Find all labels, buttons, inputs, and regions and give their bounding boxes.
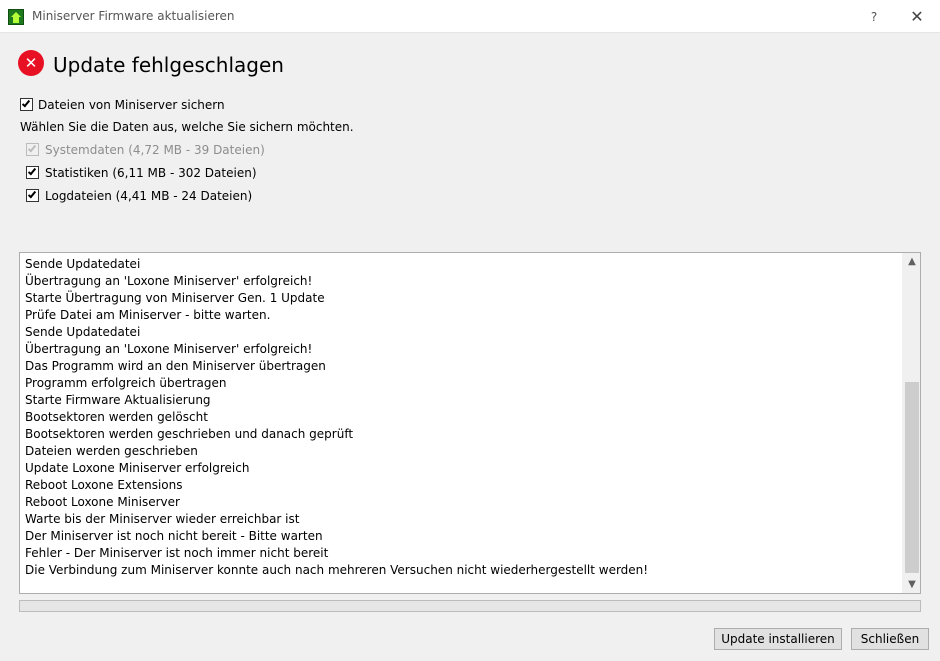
close-window-button[interactable]: ✕ xyxy=(906,6,928,28)
log-line: Warte bis der Miniserver wieder erreichb… xyxy=(25,512,300,526)
loxone-app-icon xyxy=(8,9,24,25)
window-title: Miniserver Firmware aktualisieren xyxy=(32,9,235,23)
log-line: Übertragung an 'Loxone Miniserver' erfol… xyxy=(25,342,313,356)
logdateien-label: Logdateien (4,41 MB - 24 Dateien) xyxy=(45,189,253,203)
log-line: Der Miniserver ist noch nicht bereit - B… xyxy=(25,529,323,543)
scroll-up-icon[interactable]: ▲ xyxy=(903,253,920,270)
scroll-down-icon[interactable]: ▼ xyxy=(903,576,920,593)
log-scrollbar[interactable]: ▲ ▼ xyxy=(902,253,920,593)
error-icon: ✕ xyxy=(18,50,44,76)
log-line: Reboot Loxone Extensions xyxy=(25,478,183,492)
log-line: Die Verbindung zum Miniserver konnte auc… xyxy=(25,563,649,577)
log-line: Sende Updatedatei xyxy=(25,257,141,271)
install-update-button[interactable]: Update installieren xyxy=(714,628,842,650)
log-line: Prüfe Datei am Miniserver - bitte warten… xyxy=(25,308,271,322)
backup-files-label: Dateien von Miniserver sichern xyxy=(38,98,225,112)
systemdaten-checkbox xyxy=(26,143,39,156)
update-progress-bar xyxy=(19,600,921,612)
checkmark-icon xyxy=(27,143,37,153)
log-line: Programm erfolgreich übertragen xyxy=(25,376,227,390)
log-line: Reboot Loxone Miniserver xyxy=(25,495,180,509)
log-line: Bootsektoren werden geschrieben und dana… xyxy=(25,427,354,441)
title-bar: Miniserver Firmware aktualisieren ? ✕ xyxy=(0,0,940,33)
backup-files-checkbox[interactable] xyxy=(20,98,33,111)
log-lines: Sende Updatedatei Übertragung an 'Loxone … xyxy=(25,256,900,579)
log-line: Sende Updatedatei xyxy=(25,325,141,339)
log-line: Starte Firmware Aktualisierung xyxy=(25,393,211,407)
update-log[interactable]: Sende Updatedatei Übertragung an 'Loxone … xyxy=(19,252,921,594)
checkmark-icon xyxy=(21,98,31,108)
backup-instruction: Wählen Sie die Daten aus, welche Sie sic… xyxy=(20,120,354,134)
help-button[interactable]: ? xyxy=(864,7,884,27)
log-line: Das Programm wird an den Miniserver über… xyxy=(25,359,326,373)
scroll-thumb[interactable] xyxy=(905,382,919,573)
statistiken-label: Statistiken (6,11 MB - 302 Dateien) xyxy=(45,166,257,180)
log-line: Fehler - Der Miniserver ist noch immer n… xyxy=(25,546,329,560)
log-line: Update Loxone Miniserver erfolgreich xyxy=(25,461,250,475)
log-line: Bootsektoren werden gelöscht xyxy=(25,410,208,424)
checkmark-icon xyxy=(27,189,37,199)
page-title: Update fehlgeschlagen xyxy=(53,53,284,77)
logdateien-checkbox[interactable] xyxy=(26,189,39,202)
log-line: Starte Übertragung von Miniserver Gen. 1… xyxy=(25,291,325,305)
log-line: Dateien werden geschrieben xyxy=(25,444,198,458)
log-line: Übertragung an 'Loxone Miniserver' erfol… xyxy=(25,274,313,288)
systemdaten-label: Systemdaten (4,72 MB - 39 Dateien) xyxy=(45,143,265,157)
checkmark-icon xyxy=(27,166,37,176)
statistiken-checkbox[interactable] xyxy=(26,166,39,179)
close-button[interactable]: Schließen xyxy=(851,628,929,650)
